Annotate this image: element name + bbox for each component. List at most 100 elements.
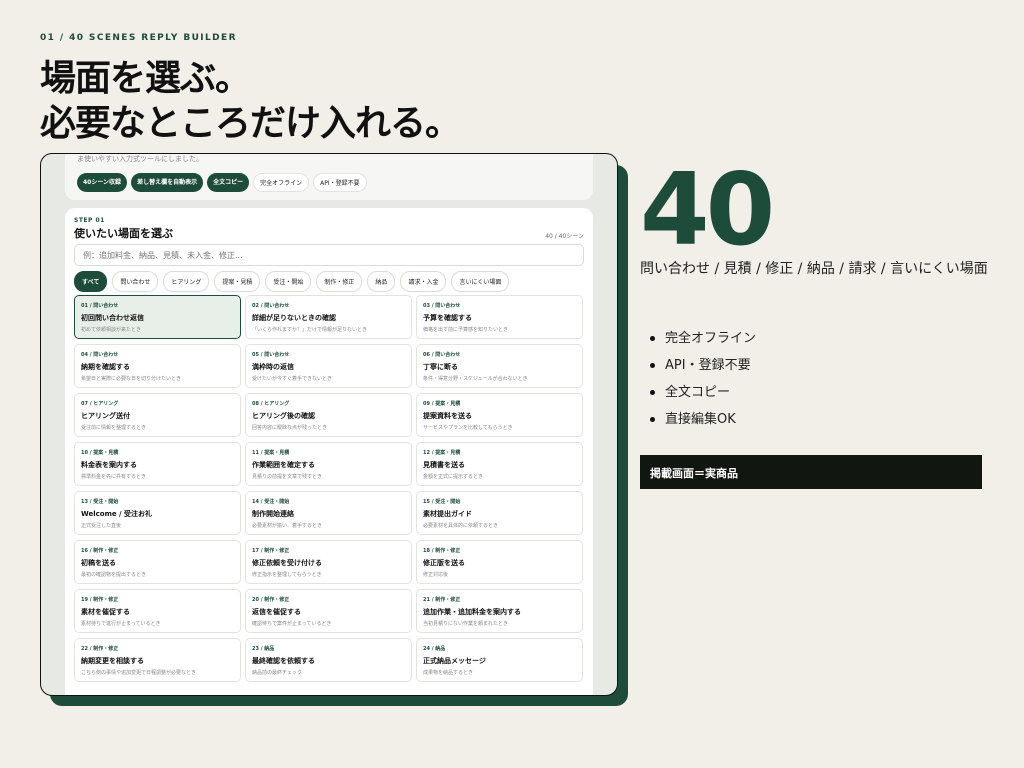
scene-card-category: 19 / 制作・修正 [81,597,119,603]
scene-card-title: 返信を催促する [252,608,301,616]
scene-card-category: 12 / 提案・見積 [423,450,461,456]
scene-card-description: 正式受注した直後 [81,523,122,529]
scene-card-description: 条件・得意分野・スケジュールが合わないとき [423,376,528,382]
scene-card-description: 必要素材を具体的に依頼するとき [423,523,499,529]
filter-tab[interactable]: ヒアリング [163,271,210,292]
scene-card[interactable]: 02 / 問い合わせ 詳細が足りないときの確認 「いくら作れますか？」だけで情報が足… [245,295,412,339]
scene-card-title: 丁寧に断る [423,363,458,371]
scene-card-category: 03 / 問い合わせ [423,303,461,309]
feature-bullet: 直接編集OK [648,406,756,433]
scene-card[interactable]: 21 / 制作・修正追加作業・追加料金を案内する 当初見積りにない作業を頼まれたと… [416,589,583,633]
scene-card[interactable]: 22 / 制作・修正 納期変更を相談する こちら側の事情や追加変更で日程調整が必要な… [74,638,241,682]
headline-line-1: 場面を選ぶ。 [40,58,251,99]
scene-card-category: 21 / 制作・修正 [423,597,461,603]
scene-card-description: こちら側の事情や追加変更で日程調整が必要なとき [81,670,197,676]
filter-tab[interactable]: 受注・開始 [265,271,312,292]
scene-card-category: 16 / 制作・修正 [81,548,119,554]
scene-card-description: 受けたいが今すぐ着手できないとき [252,376,333,382]
filter-tab[interactable]: 提案・見積 [214,271,261,292]
scene-card-title: 素材提出ガイド [423,510,472,518]
scene-card-description: 当初見積りにない作業を頼まれたとき [423,621,509,627]
scene-card[interactable]: 17 / 制作・修正 修正依頼を受け付ける 修正指示を整理してもらうとき [245,540,412,584]
scene-card-description: 希望日と実際に必要な日を切り分けたいとき [81,376,182,382]
scene-categories-text: 問い合わせ / 見積 / 修正 / 納品 / 請求 / 言いにくい場面 [640,261,988,277]
scene-card-description: 価格を出す前に予算感を知りたいとき [423,327,509,333]
feature-chip: 40シーン収録 [77,173,128,192]
category-filters: すべて 問い合わせ ヒアリング 提案・見積 受注・開始 制作・修正 納品 請求・入金 言いにくい… [74,271,510,292]
scene-card-description: 成果物を納品するとき [423,670,474,676]
scene-card-category: 10 / 提案・見積 [81,450,119,456]
feature-bullet: 完全オフライン [648,325,756,352]
feature-chip: 完全オフライン [253,173,310,192]
scene-card[interactable]: 05 / 問い合わせ 満枠時の返信 受けたいが今すぐ着手できないとき [245,344,412,388]
scene-card-category: 22 / 制作・修正 [81,646,119,652]
filter-tab[interactable]: 制作・修正 [316,271,363,292]
scene-card[interactable]: 10 / 提案・見積 料金表を案内する 標準料金を先に共有するとき [74,442,241,486]
scene-card[interactable]: 16 / 制作・修正 初稿を送る最初の確認物を提出するとき [74,540,241,584]
eyebrow-label: 01 / 40 SCENES REPLY BUILDER [40,33,237,43]
scene-card-description: サービスやプランを比較してもらうとき [423,425,513,431]
scene-card-category: 17 / 制作・修正 [252,548,290,554]
scene-card[interactable]: 18 / 制作・修正 修正版を送る 修正対応後 [416,540,583,584]
scene-count: 40 / 40シーン [545,233,584,240]
scene-card-description: 回答内容に曖昧な点が残ったとき [252,425,328,431]
scene-card-title: 最終確認を依頼する [252,657,315,665]
filter-tab[interactable]: 請求・入金 [400,271,447,292]
scene-card[interactable]: 09 / 提案・見積 提案資料を送る サービスやプランを比較してもらうとき [416,393,583,437]
app-screenshot-frame: ま使いやすい入力式ツールにしました。 40シーン収録 差し替え欄を自動表示 全文コピ… [40,153,618,696]
scene-search-input[interactable] [74,244,584,266]
scene-card-description: 必要素材が揃い、着手するとき [252,523,323,529]
scene-card-description: 修正対応後 [423,572,449,578]
page-headline: 場面を選ぶ。 必要なところだけ入れる。 [40,56,461,146]
scene-card-description: 最初の確認物を提出するとき [81,572,147,578]
filter-tab[interactable]: 問い合わせ [112,271,159,292]
scene-card-title: 納期を確認する [81,363,130,371]
scene-card-title: 正式納品メッセージ [423,657,486,665]
scene-card-title: 初回問い合わせ返信 [81,314,144,322]
feature-bullet: API・登録不要 [648,352,756,379]
scene-card-description: 金額を正式に提示するとき [423,474,484,480]
filter-tab[interactable]: 納品 [367,271,396,292]
scene-card[interactable]: 06 / 問い合わせ 丁寧に断る 条件・得意分野・スケジュールが合わないとき [416,344,583,388]
scene-card[interactable]: 14 / 受注・開始 制作開始連絡 必要素材が揃い、着手するとき [245,491,412,535]
scene-card-description: 素材待ちで進行が止まっているとき [81,621,161,627]
scene-card[interactable]: 04 / 問い合わせ納期を確認する希望日と実際に必要な日を切り分けたいとき [74,344,241,388]
intro-description: ま使いやすい入力式ツールにしました。 [77,155,203,163]
scene-card[interactable]: 23 / 納品 最終確認を依頼する 納品前の最終チェック [245,638,412,682]
scene-card-category: 15 / 受注・開始 [423,499,461,505]
scene-card-category: 11 / 提案・見積 [252,450,290,456]
scene-card-category: 01 / 問い合わせ [81,303,119,309]
filter-tab[interactable]: すべて [74,271,108,292]
headline-line-2: 必要なところだけ入れる。 [40,103,461,144]
scene-card-description: 納品前の最終チェック [252,670,303,676]
scene-card[interactable]: 08 / ヒアリング ヒアリング後の確認 回答内容に曖昧な点が残ったとき [245,393,412,437]
scene-card-title: 初稿を送る [81,559,116,567]
scene-card[interactable]: 13 / 受注・開始 Welcome / 受注お礼 正式受注した直後 [74,491,241,535]
filter-tab[interactable]: 言いにくい場面 [451,271,510,292]
scene-card-title: 追加作業・追加料金を案内する [423,608,521,616]
scene-card-category: 04 / 問い合わせ [81,352,119,358]
scene-card-category: 08 / ヒアリング [252,401,290,407]
scene-card-description: 見積りの前提を文章で残すとき [252,474,323,480]
scene-card[interactable]: 20 / 制作・修正 返信を催促する 確認待ちで案件が止まっているとき [245,589,412,633]
scene-card-description: 「いくら作れますか？」だけで情報が足りないとき [252,327,368,333]
scene-card-category: 24 / 納品 [423,646,446,652]
scene-card[interactable]: 11 / 提案・見積 作業範囲を確定する 見積りの前提を文章で残すとき [245,442,412,486]
scene-card[interactable]: 15 / 受注・開始素材提出ガイド必要素材を具体的に依頼するとき [416,491,583,535]
scene-card[interactable]: 12 / 提案・見積 見積書を送る 金額を正式に提示するとき [416,442,583,486]
scene-card[interactable]: 01 / 問い合わせ初回問い合わせ返信 初めて依頼相談が来たとき [74,295,241,339]
scene-total-number: 40 [640,151,775,268]
scene-card[interactable]: 24 / 納品正式納品メッセージ 成果物を納品するとき [416,638,583,682]
scene-card[interactable]: 03 / 問い合わせ予算を確認する価格を出す前に予算感を知りたいとき [416,295,583,339]
scene-card-category: 14 / 受注・開始 [252,499,290,505]
scene-card-title: 素材を催促する [81,608,130,616]
scene-card-description: 初めて依頼相談が来たとき [81,327,142,333]
scene-card-title: 予算を確認する [423,314,472,322]
scene-card[interactable]: 19 / 制作・修正素材を催促する素材待ちで進行が止まっているとき [74,589,241,633]
feature-chip: 全文コピー [207,173,250,192]
feature-chips: 40シーン収録 差し替え欄を自動表示 全文コピー 完全オフライン API・登録不要 [77,173,367,192]
scene-card-description: 標準料金を先に共有するとき [81,474,147,480]
scene-card[interactable]: 07 / ヒアリング ヒアリング送付 受注前に情報を整理するとき [74,393,241,437]
scene-card-category: 09 / 提案・見積 [423,401,461,407]
step-label: STEP 01 [74,217,105,224]
